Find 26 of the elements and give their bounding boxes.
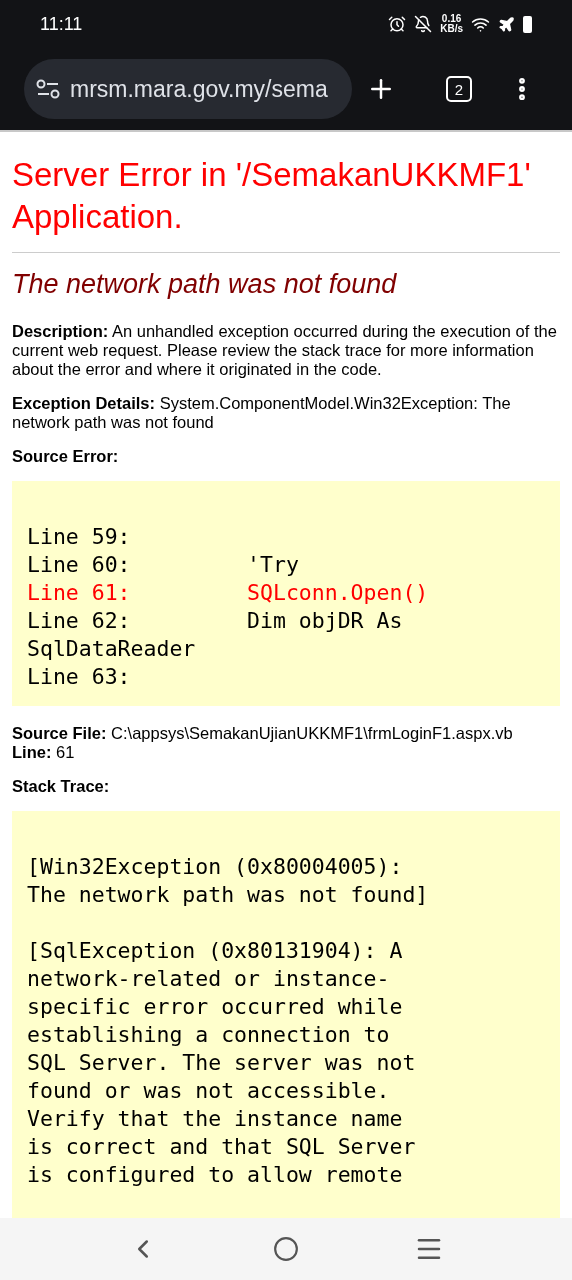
source-line: Line 59: [27,523,132,551]
source-file-text: Source File: C:\appsys\SemakanUjianUKKMF1\frmLoginF1.aspx.vb [12,724,514,743]
error-subtitle: The network path was not found [12,269,398,300]
battery-icon [523,15,532,33]
airplane-icon [498,15,515,33]
description-text: Description: An unhandled exception occurred during the execution of the current web request. Please review the stack trace for more information about the error and where it originated in the code. [12,322,558,379]
source-line: Line 62: Dim objDR As SqlDataReader [27,607,404,663]
status-time: 11:11 [40,13,83,35]
tab-switcher-button[interactable]: 2 [446,76,472,102]
source-error-label: Source Error: [12,447,120,466]
line-number-text: Line: 61 [12,743,76,762]
error-title: Server Error in '/SemakanUKKMF1' Application. [12,154,560,253]
site-settings-icon[interactable] [36,79,60,99]
source-line: Line 63: [27,663,132,691]
source-line: Line 60: 'Try [27,551,300,579]
home-icon[interactable] [273,1236,299,1262]
exception-details-text: Exception Details: System.ComponentModel.Win32Exception: The network path was not found [12,394,512,432]
alarm-icon [388,15,407,33]
stack-trace-label: Stack Trace: [12,777,111,796]
stack-trace-text: [Win32Exception (0x80004005): The network path was not found] [27,853,429,909]
bell-off-icon [414,15,433,33]
stack-trace-text: [SqlException (0x80131904): A network-related or instance-specific error occurred while establishing a connection to SQL Server. The server was not found or was not accessible. Verify that the instance name is correct and that SQL Server is configured to allow remote [27,937,417,1189]
network-speed: 0.16 KB/s [440,14,463,34]
address-bar[interactable]: mrsm.mara.gov.my/sema [24,59,352,119]
url-text: mrsm.mara.gov.my/sema [70,75,328,103]
source-line: Line 61: SQLconn.Open() [27,579,429,607]
